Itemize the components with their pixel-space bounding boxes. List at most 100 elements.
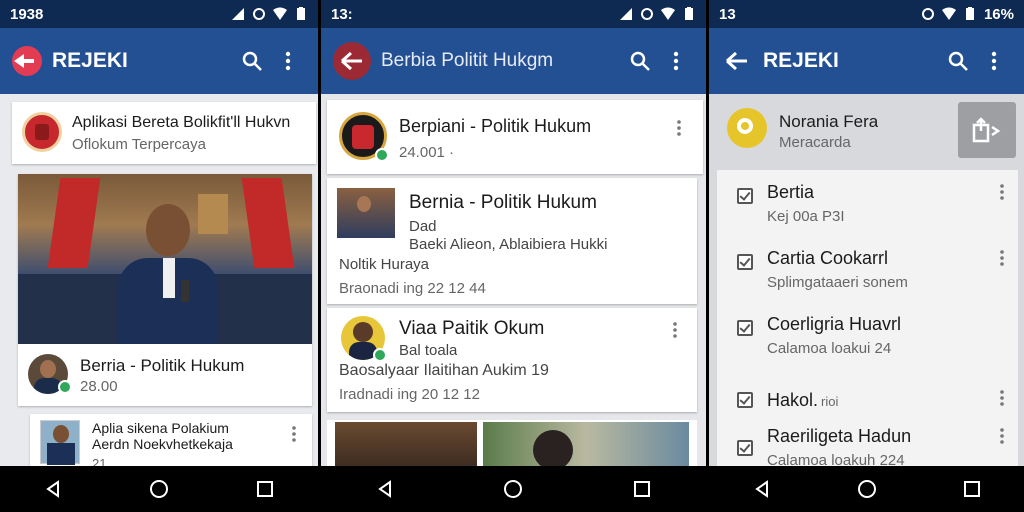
header-title: Aplikasi Bereta Bolikfit'll Hukvn <box>72 114 291 131</box>
more-vert-icon[interactable] <box>994 182 1010 202</box>
item-subtitle: Calamoa loakui 24 <box>767 340 892 357</box>
profile-header: Norania Fera Meracarda <box>709 94 1024 164</box>
featured-article-card[interactable]: Berria - Politik Hukum 28.00 <box>18 174 312 406</box>
share-button[interactable] <box>958 102 1016 158</box>
search-button[interactable] <box>940 43 976 79</box>
back-button[interactable] <box>333 42 371 80</box>
item-title: Coerligria Huavrl <box>767 314 902 334</box>
profile-subtitle: Meracarda <box>779 134 851 151</box>
search-button[interactable] <box>622 43 658 79</box>
header-subtitle: Oflokum Terpercaya <box>72 136 206 153</box>
small-card-meta: 21 <box>92 456 107 466</box>
app-bar: Berbia Politit Hukgm <box>321 28 706 94</box>
nav-home-icon <box>504 480 523 498</box>
search-icon <box>630 51 650 71</box>
app-title: Berbia Politit Hukgm <box>381 50 554 71</box>
channel-meta: 24.001 · <box>399 144 455 161</box>
more-vert-icon[interactable] <box>994 426 1010 446</box>
nav-back-button[interactable] <box>365 469 405 509</box>
article-thumbnail <box>337 188 395 238</box>
nav-back-button[interactable] <box>33 469 73 509</box>
status-time: 1938 <box>10 5 44 23</box>
channel-title: Berpiani - Politik Hukum <box>399 116 592 136</box>
status-bar: 1938 <box>0 0 318 28</box>
more-vert-icon[interactable] <box>667 320 683 340</box>
list-item[interactable]: Cartia Cookarrl Splimgataaeri sonem <box>717 236 1018 302</box>
checkbox-icon[interactable] <box>737 188 753 204</box>
item-title: Bertia <box>767 182 815 202</box>
article-thumbnail <box>40 420 80 465</box>
overflow-menu-button[interactable] <box>270 43 306 79</box>
status-time: 13: <box>331 5 353 23</box>
more-vert-icon <box>991 51 997 71</box>
article-card[interactable]: Viaa Paitik Okum Bal toala Baosalyaar Il… <box>327 308 697 412</box>
battery-percent: 16% <box>983 5 1014 23</box>
nav-back-button[interactable] <box>742 469 782 509</box>
search-button[interactable] <box>234 43 270 79</box>
checkbox-icon[interactable] <box>737 320 753 336</box>
list-item[interactable]: Coerligria Huavrl Calamoa loakui 24 <box>717 302 1018 368</box>
small-card-subtitle: Aerdn Noekvhetkekaja <box>92 436 233 452</box>
photo-thumb <box>335 422 477 466</box>
nav-recents-button[interactable] <box>245 469 285 509</box>
wifi-icon <box>941 7 956 20</box>
item-title: Hakol. <box>767 390 819 410</box>
channel-header-card[interactable]: Berpiani - Politik Hukum 24.001 · <box>327 100 703 174</box>
nav-back-icon <box>378 480 392 498</box>
photo-strip[interactable] <box>327 420 697 466</box>
item-title: Cartia Cookarrl <box>767 248 889 268</box>
nav-home-button[interactable] <box>139 469 179 509</box>
alarm-icon <box>253 8 265 20</box>
article-meta: Braonadi ing 22 12 44 <box>339 280 486 297</box>
nav-recents-button[interactable] <box>622 469 662 509</box>
screen-2: 13: Berbia Politit Hukgm Berpiani - Poli… <box>321 0 706 512</box>
battery-icon <box>685 7 693 20</box>
app-bar: REJEKI <box>0 28 318 94</box>
more-vert-icon <box>673 51 679 71</box>
signal-icon <box>620 8 632 20</box>
checkbox-icon[interactable] <box>737 254 753 270</box>
list-item[interactable]: Raeriligeta Hadun Calamoa loakuh 224 <box>717 414 1018 466</box>
system-nav-bar <box>709 466 1024 512</box>
item-extra: rioi <box>821 394 839 409</box>
article-meta: Iradnadi ing 20 12 12 <box>339 386 480 403</box>
more-vert-icon[interactable] <box>286 424 302 444</box>
list-item[interactable]: Bertia Kej 00a P3I <box>717 170 1018 236</box>
checkbox-icon[interactable] <box>737 440 753 456</box>
article-card-small[interactable]: Aplia sikena Polakium Aerdn Noekvhetkeka… <box>30 414 312 466</box>
article-title: Viaa Paitik Okum <box>399 318 545 339</box>
item-title: Raeriligeta Hadun <box>767 426 912 446</box>
status-time: 13 <box>719 5 736 23</box>
nav-home-button[interactable] <box>847 469 887 509</box>
more-vert-icon[interactable] <box>994 388 1010 408</box>
nav-back-icon <box>46 480 59 498</box>
nav-recents-button[interactable] <box>952 469 992 509</box>
wifi-icon <box>661 7 675 20</box>
nav-recents-icon <box>257 481 273 497</box>
back-button[interactable] <box>721 45 753 77</box>
app-logo-icon <box>12 46 42 76</box>
item-subtitle: Calamoa loakuh 224 <box>767 452 905 466</box>
article-line: Bal toala <box>399 342 458 359</box>
emblem-avatar <box>22 112 62 152</box>
screen-3: 13 16% REJEKI Norania Fera Meracarda Ber… <box>709 0 1024 512</box>
screen-1: 1938 REJEKI Aplikasi Bereta Bolikfit'll … <box>0 0 318 512</box>
more-vert-icon[interactable] <box>994 248 1010 268</box>
small-card-title: Aplia sikena Polakium <box>92 420 229 436</box>
item-subtitle: Kej 00a P3I <box>767 208 845 225</box>
feature-title: Berria - Politik Hukum <box>80 356 245 375</box>
app-header-card[interactable]: Aplikasi Bereta Bolikfit'll Hukvn Ofloku… <box>12 102 316 164</box>
nav-home-button[interactable] <box>493 469 533 509</box>
overflow-menu-button[interactable] <box>976 43 1012 79</box>
app-title: REJEKI <box>52 49 128 72</box>
article-card[interactable]: Bernia - Politik Hukum Dad Baeki Alieon,… <box>327 178 697 304</box>
verified-badge <box>375 148 389 162</box>
app-title: REJEKI <box>763 49 839 72</box>
overflow-menu-button[interactable] <box>658 43 694 79</box>
wifi-icon <box>273 7 287 20</box>
more-vert-icon[interactable] <box>671 118 687 138</box>
article-line: Baeki Alieon, Ablaibiera Hukki <box>409 236 608 253</box>
article-line: Dad <box>409 218 437 235</box>
checkbox-icon[interactable] <box>737 392 753 408</box>
share-icon <box>972 117 1001 143</box>
